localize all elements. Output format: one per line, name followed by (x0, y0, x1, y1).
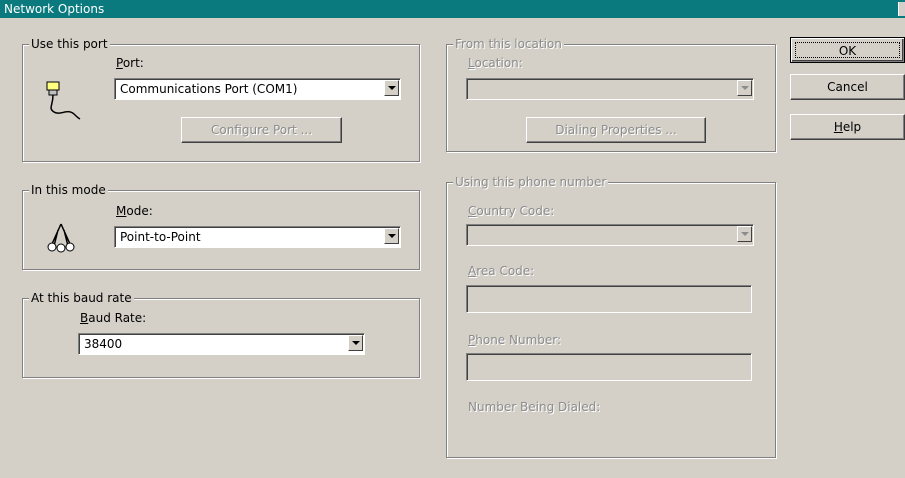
baud-select[interactable]: 38400 (78, 333, 365, 355)
port-select-value: Communications Port (COM1) (120, 82, 298, 96)
cancel-button[interactable]: Cancel (790, 74, 905, 100)
window-title: Network Options (4, 2, 105, 16)
chevron-down-icon[interactable] (384, 228, 399, 244)
serial-cable-icon (46, 81, 81, 120)
chevron-down-icon[interactable] (384, 80, 399, 96)
area-code-field[interactable] (466, 285, 752, 313)
network-hands-icon (47, 223, 75, 253)
phone-number-field[interactable] (466, 353, 752, 381)
mode-group-legend: In this mode (29, 183, 108, 197)
mode-select-value: Point-to-Point (120, 230, 201, 244)
country-code-select[interactable] (466, 224, 754, 246)
location-group-legend: From this location (453, 37, 564, 51)
country-code-label: Country Code: (468, 204, 555, 218)
port-select[interactable]: Communications Port (COM1) (114, 78, 401, 100)
phone-number-label: Phone Number: (468, 333, 562, 347)
mode-select[interactable]: Point-to-Point (114, 226, 401, 248)
baud-group-legend: At this baud rate (29, 291, 134, 305)
chevron-down-icon[interactable] (737, 226, 752, 242)
chevron-down-icon[interactable] (737, 80, 752, 96)
location-label: Location: (468, 56, 523, 70)
title-bar: Network Options (0, 0, 905, 18)
configure-port-button[interactable]: Configure Port ... (181, 117, 342, 143)
help-button[interactable]: Help (790, 114, 905, 140)
phone-group-legend: Using this phone number (453, 175, 609, 189)
location-select[interactable] (466, 78, 754, 100)
port-group-legend: Use this port (29, 37, 110, 51)
close-icon[interactable] (898, 2, 905, 16)
baud-label: Baud Rate: (80, 311, 147, 325)
mode-label: Mode: (116, 204, 153, 218)
ok-button[interactable]: OK (790, 37, 905, 63)
baud-select-value: 38400 (84, 337, 123, 351)
dialing-properties-button[interactable]: Dialing Properties ... (526, 117, 706, 143)
area-code-label: Area Code: (468, 264, 535, 278)
port-label: Port: (116, 56, 144, 70)
chevron-down-icon[interactable] (348, 335, 363, 351)
number-being-dialed-label: Number Being Dialed: (468, 400, 601, 414)
